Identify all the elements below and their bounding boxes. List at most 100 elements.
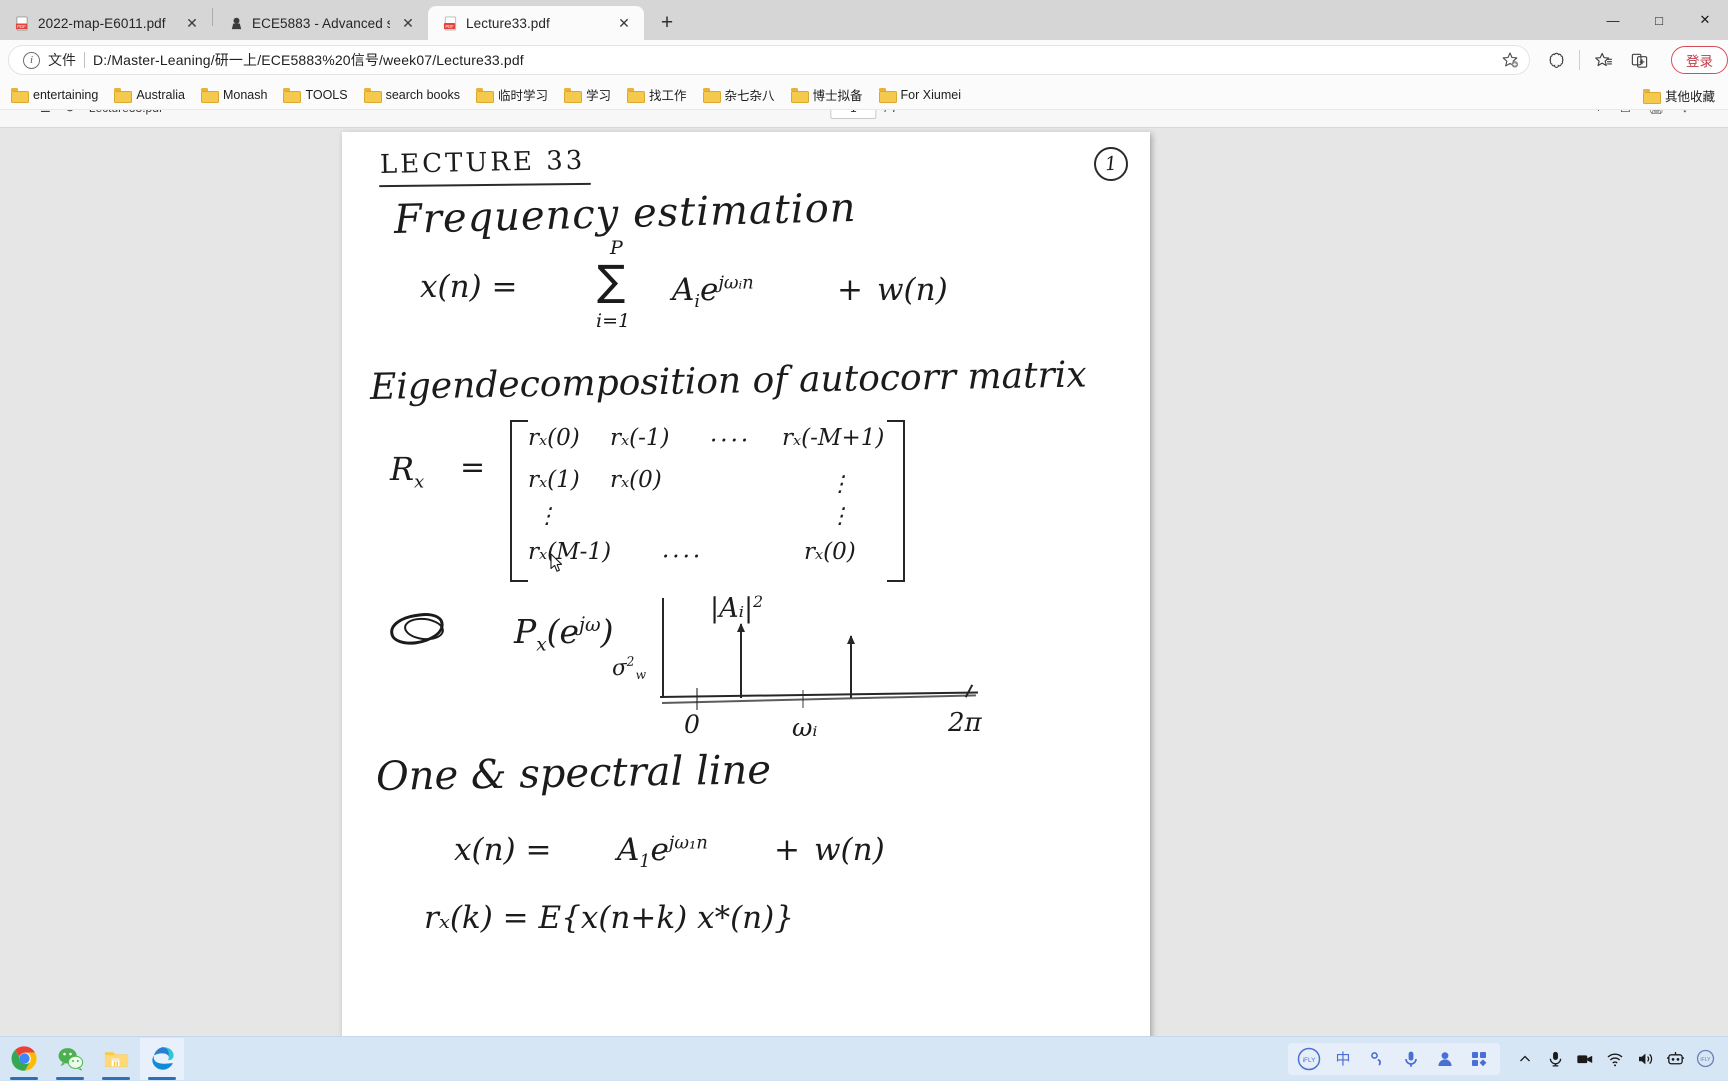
taskbar-chrome-icon[interactable] xyxy=(2,1038,46,1080)
plot-xtick-omega: ωᵢ xyxy=(792,713,817,742)
psd-exponent: jω xyxy=(579,613,601,636)
eq1-amplitude-term: Aiejωᵢn xyxy=(672,272,754,312)
signin-button[interactable]: 登录 xyxy=(1671,46,1728,74)
close-tab-icon[interactable]: ✕ xyxy=(614,13,634,33)
windows-taskbar: iFLY 中 xyxy=(0,1036,1728,1080)
ime-apps-icon[interactable] xyxy=(1462,1044,1496,1074)
psd-expression: Px(ejω) xyxy=(514,612,613,656)
matrix-R-sub: x xyxy=(414,471,424,492)
show-hidden-icons-chevron[interactable] xyxy=(1510,1037,1540,1081)
eq2-A: A xyxy=(617,832,639,868)
ifly-tray-icon[interactable] xyxy=(1660,1037,1690,1081)
ime-chinese-icon[interactable]: 中 xyxy=(1326,1044,1360,1074)
matrix-R: R xyxy=(390,450,414,488)
browser-window: PDF 2022-map-E6011.pdf ✕ ECE5883 - Advan… xyxy=(0,0,1728,1036)
eq1-lhs: x(n) = xyxy=(420,269,517,305)
collections-icon[interactable] xyxy=(1540,44,1572,76)
pdf-toolbar-right: − + ☐ 🖨 ↓ xyxy=(1570,110,1688,115)
ifly-circle-icon[interactable]: iFLY xyxy=(1690,1037,1720,1081)
svg-text:PDF: PDF xyxy=(445,23,454,28)
plot-xtick-0: 0 xyxy=(684,710,700,739)
bookmark-label: 博士拟备 xyxy=(813,85,863,104)
pdf-download-icon[interactable]: ↓ xyxy=(1682,110,1688,115)
bookmark-item[interactable]: TOOLS xyxy=(276,85,354,105)
close-tab-icon[interactable]: ✕ xyxy=(182,13,202,33)
equation-2: x(n) = xyxy=(454,832,551,868)
taskbar-edge-icon[interactable] xyxy=(140,1038,184,1080)
pdf-print-icon[interactable]: 🖨 xyxy=(1649,110,1664,115)
ifly-logo-icon[interactable]: iFLY xyxy=(1292,1044,1326,1074)
pdf-viewer-canvas[interactable]: 1 LECTURE 33 Frequency estimation x(n) =… xyxy=(0,128,1728,1036)
info-icon[interactable]: i xyxy=(23,52,40,69)
pdf-zoom-in-icon[interactable]: + xyxy=(1595,110,1602,115)
eq2-lhs: x(n) = xyxy=(454,832,551,868)
eq2-exponent: jω₁n xyxy=(669,833,708,854)
star-add-icon[interactable] xyxy=(1497,47,1523,73)
matrix-cell: rₓ(0) xyxy=(804,539,856,565)
bookmarks-overflow-fade xyxy=(1576,80,1616,110)
bookmark-item[interactable]: 博士拟备 xyxy=(784,82,870,107)
bookmark-item[interactable]: 学习 xyxy=(557,82,618,107)
plot-tick xyxy=(802,690,804,708)
bookmark-item[interactable]: 杂七杂八 xyxy=(696,82,782,107)
bookmark-item[interactable]: 找工作 xyxy=(620,82,694,107)
matrix-cell: rₓ(0) xyxy=(528,425,580,451)
moodle-icon xyxy=(228,15,244,31)
close-window-button[interactable]: ✕ xyxy=(1682,0,1728,40)
eq1-A: A xyxy=(672,272,694,308)
ime-mic-icon[interactable] xyxy=(1394,1044,1428,1074)
folder-icon xyxy=(201,88,217,101)
bookmark-item[interactable]: Australia xyxy=(107,85,192,105)
pdf-fit-icon[interactable]: ☐ xyxy=(1620,110,1631,115)
favorites-icon[interactable] xyxy=(1587,44,1619,76)
psd-P: P xyxy=(514,612,536,651)
browser-tab-0[interactable]: PDF 2022-map-E6011.pdf ✕ xyxy=(0,6,212,40)
ime-user-icon[interactable] xyxy=(1428,1044,1462,1074)
matrix-bracket-left xyxy=(510,420,528,582)
bookmark-label: search books xyxy=(386,88,460,102)
pdf-page-input[interactable]: 1 xyxy=(830,110,876,119)
plot-spike xyxy=(850,636,852,698)
address-bar[interactable]: i 文件 D:/Master-Leaning/研一上/ECE5883%20信号/… xyxy=(8,45,1530,75)
camera-icon[interactable] xyxy=(1570,1037,1600,1081)
matrix-cell: rₓ(0) xyxy=(610,467,662,493)
bookmarks-bar: entertaining Australia Monash TOOLS sear… xyxy=(0,80,1728,110)
bookmark-item[interactable]: entertaining xyxy=(4,85,105,105)
bookmark-label: 学习 xyxy=(586,85,611,104)
browser-tab-2-active[interactable]: PDF Lecture33.pdf ✕ xyxy=(428,6,644,40)
taskbar-file-explorer-icon[interactable] xyxy=(94,1038,138,1080)
eq1-noise: w(n) xyxy=(877,272,948,308)
new-tab-button[interactable]: + xyxy=(650,8,684,38)
omnibox-divider xyxy=(84,52,85,68)
browser-tab-1[interactable]: ECE5883 - Advanced signal proce ✕ xyxy=(214,6,428,40)
bookmark-label: 找工作 xyxy=(649,85,687,104)
microphone-icon[interactable] xyxy=(1540,1037,1570,1081)
other-bookmarks-button[interactable]: 其他收藏 xyxy=(1636,83,1722,108)
equation-3: rₓ(k) = E{x(n+k) x*(n)} xyxy=(424,900,794,936)
pdf-viewer-toolbar: ☰ ↻ Lecture33.pdf 1 / 7 − + ☐ 🖨 ↓ xyxy=(0,110,1728,128)
plot-peak-amplitude: |Aᵢ| xyxy=(710,593,753,624)
folder-icon xyxy=(703,88,719,101)
bookmark-item[interactable]: 临时学习 xyxy=(469,82,555,107)
plot-y-axis xyxy=(662,598,664,698)
matrix-equals: = xyxy=(460,450,485,485)
bookmark-item[interactable]: Monash xyxy=(194,85,274,105)
taskbar-wechat-icon[interactable] xyxy=(48,1038,92,1080)
maximize-button[interactable]: □ xyxy=(1636,0,1682,40)
minimize-button[interactable]: — xyxy=(1590,0,1636,40)
bookmark-item[interactable]: For Xiumei xyxy=(872,85,968,105)
volume-icon[interactable] xyxy=(1630,1037,1660,1081)
pdf-rotate-icon[interactable]: ↻ xyxy=(65,110,75,115)
split-screen-icon[interactable] xyxy=(1623,44,1655,76)
matrix-cell: rₓ(-M+1) xyxy=(782,425,884,451)
pdf-sidebar-toggle-icon[interactable]: ☰ xyxy=(40,110,51,115)
bookmark-item[interactable]: search books xyxy=(357,85,467,105)
plot-peak-exponent: 2 xyxy=(753,592,763,611)
ime-punctuation-icon[interactable] xyxy=(1360,1044,1394,1074)
matrix-cell: ···· xyxy=(662,544,703,570)
close-tab-icon[interactable]: ✕ xyxy=(398,13,418,33)
pdf-zoom-out-icon[interactable]: − xyxy=(1570,110,1577,115)
ime-toolbar[interactable]: iFLY 中 xyxy=(1288,1043,1500,1075)
url-text[interactable]: D:/Master-Leaning/研一上/ECE5883%20信号/week0… xyxy=(93,50,1489,70)
wifi-icon[interactable] xyxy=(1600,1037,1630,1081)
